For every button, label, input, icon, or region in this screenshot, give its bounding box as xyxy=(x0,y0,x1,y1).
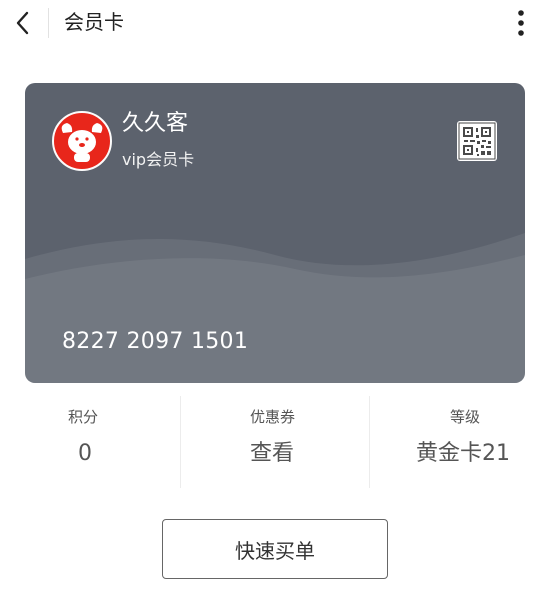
page-title: 会员卡 xyxy=(64,10,124,34)
more-options-button[interactable] xyxy=(506,6,536,40)
card-type-label: vip会员卡 xyxy=(122,150,195,169)
qr-code-icon xyxy=(458,122,496,160)
mascot-dog-icon xyxy=(61,123,103,162)
store-logo xyxy=(52,111,112,171)
stat-points[interactable]: 积分 0 xyxy=(0,396,180,488)
more-vertical-icon xyxy=(518,10,524,36)
stat-coupons-view[interactable]: 查看 xyxy=(250,439,294,469)
stat-level-value: 黄金卡21 xyxy=(416,441,510,466)
member-stats: 积分 0 优惠券 查看 等级 黄金卡21 xyxy=(0,396,550,488)
stat-level-label: 等级 xyxy=(450,408,481,426)
stat-coupons[interactable]: 优惠券 查看 xyxy=(181,396,369,488)
top-bar: 会员卡 xyxy=(0,0,550,46)
qr-code-button[interactable] xyxy=(457,121,497,161)
stat-points-value: 0 xyxy=(78,441,92,466)
stat-points-label: 积分 xyxy=(68,408,99,426)
chevron-left-icon xyxy=(16,11,29,35)
stat-level[interactable]: 等级 黄金卡21 xyxy=(370,396,550,488)
store-name: 久久客 xyxy=(122,111,189,136)
header-divider xyxy=(48,8,49,38)
quick-pay-button[interactable]: 快速买单 xyxy=(162,519,388,579)
stat-coupons-label: 优惠券 xyxy=(250,408,296,426)
back-button[interactable] xyxy=(6,6,40,40)
membership-card[interactable]: 久久客 vip会员卡 8227 2097 1501 xyxy=(25,83,525,383)
card-number: 8227 2097 1501 xyxy=(62,329,249,354)
